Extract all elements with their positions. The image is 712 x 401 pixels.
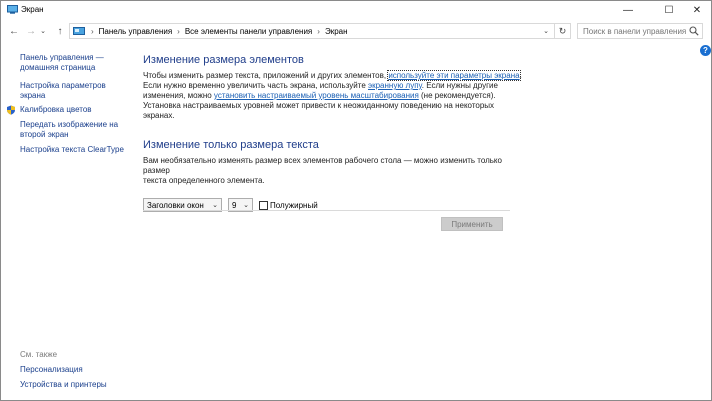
refresh-icon[interactable]: ↻ xyxy=(554,24,570,38)
display-icon xyxy=(7,5,18,14)
address-bar[interactable]: › Панель управления › Все элементы панел… xyxy=(69,23,571,39)
bold-checkbox[interactable] xyxy=(259,200,268,210)
custom-scaling-link[interactable]: установить настраиваемый уровень масштаб… xyxy=(214,91,419,100)
sidebar-item-label[interactable]: экрана xyxy=(20,91,130,101)
paragraph-line: Вам необязательно изменять размер всех э… xyxy=(143,156,502,175)
sidebar-home-line1[interactable]: Панель управления — xyxy=(20,53,130,63)
title-bar: Экран — ☐ ✕ xyxy=(1,1,711,20)
bold-checkbox-label[interactable]: Полужирный xyxy=(270,201,318,210)
paragraph-text: Если нужно временно увеличить часть экра… xyxy=(143,81,368,90)
search-icon[interactable] xyxy=(689,26,699,36)
section-title-change-size: Изменение размера элементов xyxy=(143,54,304,66)
see-also-devices-printers-link[interactable]: Устройства и принтеры xyxy=(20,380,140,390)
chevron-down-icon: ⌄ xyxy=(243,202,249,209)
paragraph-line: текста определенного элемента. xyxy=(143,176,265,185)
forward-arrow-icon[interactable]: → xyxy=(24,24,38,38)
uac-shield-icon xyxy=(7,105,15,115)
see-also-personalization-link[interactable]: Персонализация xyxy=(20,365,140,375)
paragraph-text: . Если нужны другие xyxy=(421,81,498,90)
close-button[interactable]: ✕ xyxy=(682,1,712,20)
sidebar-home-link[interactable]: Панель управления — домашняя страница xyxy=(20,53,130,73)
window-title: Экран xyxy=(21,5,44,14)
sidebar-item-label[interactable]: Передать изображение на xyxy=(20,120,130,130)
sidebar-item-color-calibration[interactable]: Калибровка цветов xyxy=(6,105,130,115)
paragraph-line: изменения, можно установить настраиваемы… xyxy=(143,91,523,101)
paragraph-text: (не рекомендуется). xyxy=(418,91,496,100)
display-settings-link[interactable]: используйте эти параметры экрана xyxy=(387,70,521,81)
up-arrow-icon[interactable]: ↑ xyxy=(53,24,67,38)
main-content: Изменение размера элементов Чтобы измени… xyxy=(143,54,523,212)
sidebar-item-cleartype[interactable]: Настройка текста ClearType xyxy=(20,145,130,155)
control-panel-window: Экран — ☐ ✕ ← → ⌄ ↑ › Панель управления … xyxy=(0,0,712,401)
paragraph-line: Установка настраиваемых уровней может пр… xyxy=(143,101,495,120)
apply-button[interactable]: Применить xyxy=(441,217,503,231)
paragraph-text: Чтобы изменить размер текста, приложений… xyxy=(143,71,389,80)
sidebar: Панель управления — домашняя страница На… xyxy=(7,53,130,155)
breadcrumb-all-items[interactable]: Все элементы панели управления xyxy=(185,27,312,36)
magnifier-link[interactable]: экранную лупу xyxy=(368,81,422,90)
breadcrumb-separator: › xyxy=(177,26,180,36)
breadcrumb-display[interactable]: Экран xyxy=(325,27,348,36)
back-arrow-icon[interactable]: ← xyxy=(7,24,21,38)
font-size-select-value: 9 xyxy=(232,200,237,210)
divider xyxy=(143,210,510,211)
sidebar-item-label[interactable]: Настройка текста ClearType xyxy=(20,145,130,155)
paragraph-text: . xyxy=(519,71,522,80)
address-dropdown-chevron-icon[interactable]: ⌄ xyxy=(539,24,553,38)
section-title-text-size: Изменение только размера текста xyxy=(143,139,319,151)
navigation-bar: ← → ⌄ ↑ › Панель управления › Все элемен… xyxy=(1,21,711,41)
paragraph-line: Чтобы изменить размер текста, приложений… xyxy=(143,70,523,81)
sidebar-item-label[interactable]: второй экран xyxy=(20,130,130,140)
control-panel-icon xyxy=(73,27,85,35)
search-input[interactable] xyxy=(578,26,686,36)
element-select-value: Заголовки окон xyxy=(147,200,204,210)
sidebar-item-label[interactable]: Настройка параметров xyxy=(20,81,130,91)
breadcrumb-control-panel[interactable]: Панель управления xyxy=(99,27,173,36)
paragraph-line: Если нужно временно увеличить часть экра… xyxy=(143,81,523,91)
breadcrumb-separator: › xyxy=(91,26,94,36)
search-box[interactable] xyxy=(577,23,703,39)
maximize-button[interactable]: ☐ xyxy=(654,1,684,20)
minimize-button[interactable]: — xyxy=(613,1,643,20)
sidebar-item-project-second-screen[interactable]: Передать изображение на второй экран xyxy=(20,120,130,140)
see-also-section: См. также Персонализация Устройства и пр… xyxy=(20,350,140,390)
sidebar-item-display-settings[interactable]: Настройка параметров экрана xyxy=(20,81,130,101)
sidebar-item-label[interactable]: Калибровка цветов xyxy=(20,105,92,115)
recent-locations-chevron-icon[interactable]: ⌄ xyxy=(38,24,48,38)
breadcrumb-separator: › xyxy=(317,26,320,36)
see-also-title: См. также xyxy=(20,350,58,359)
paragraph-text: изменения, можно xyxy=(143,91,214,100)
help-icon[interactable]: ? xyxy=(700,45,711,56)
sidebar-home-line2[interactable]: домашняя страница xyxy=(20,63,130,73)
chevron-down-icon: ⌄ xyxy=(212,202,218,209)
